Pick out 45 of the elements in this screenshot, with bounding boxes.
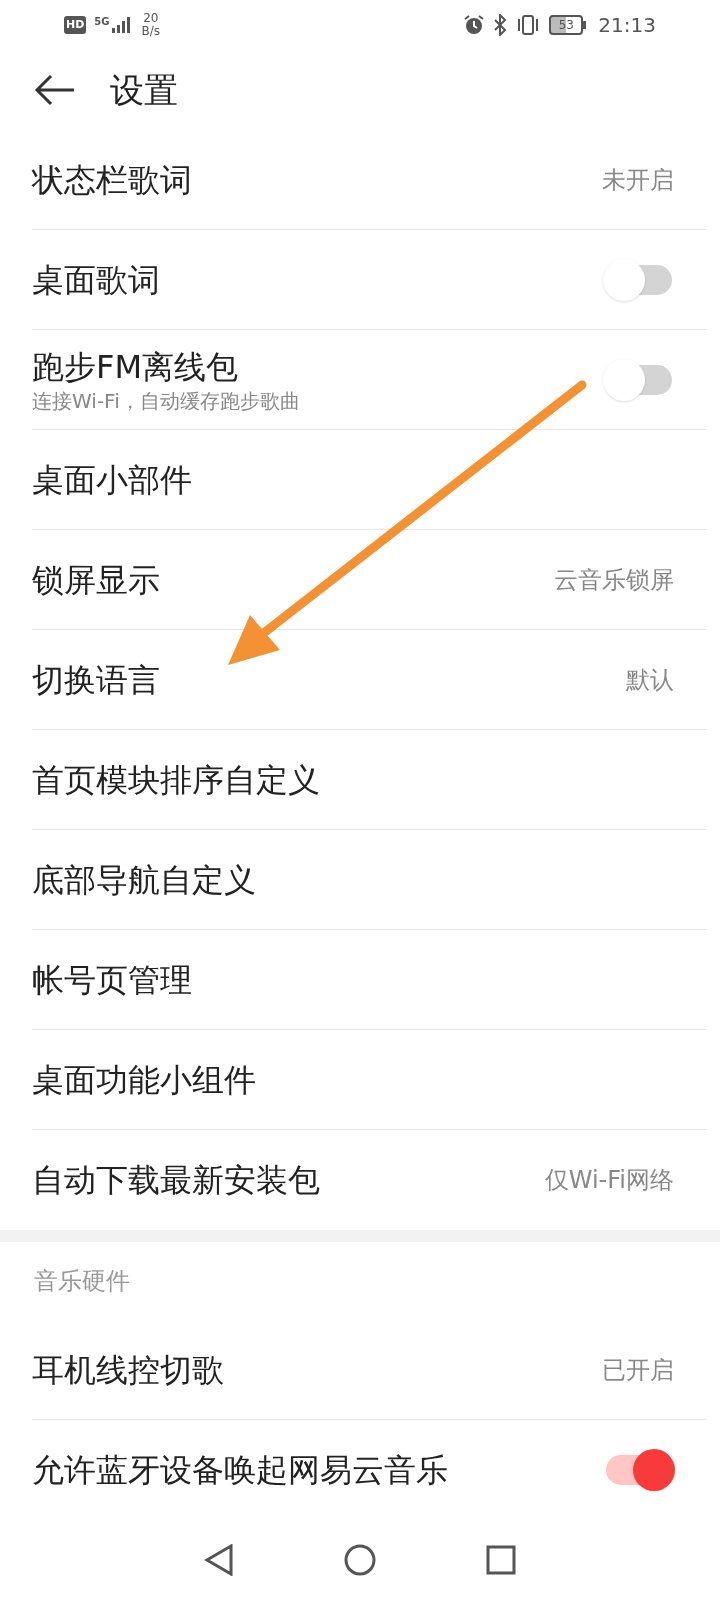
settings-row[interactable]: 自动下载最新安装包 仅Wi-Fi网络 [32, 1130, 706, 1230]
setting-label: 自动下载最新安装包 [32, 1160, 320, 1201]
settings-row[interactable]: 首页模块排序自定义 [32, 730, 706, 830]
settings-row[interactable]: 允许蓝牙设备唤起网易云音乐 [32, 1420, 706, 1520]
settings-row[interactable]: 桌面小部件 [32, 430, 706, 530]
signal-icon [111, 17, 130, 33]
settings-row[interactable]: 帐号页管理 [32, 930, 706, 1030]
hd-badge: HD [64, 16, 87, 34]
setting-label: 跑步FM离线包 [32, 346, 239, 388]
speed-unit: B/s [141, 25, 161, 38]
home-nav-icon[interactable] [344, 1544, 376, 1576]
recents-nav-icon[interactable] [486, 1545, 516, 1575]
setting-value: 已开启 [602, 1354, 674, 1386]
setting-value: 云音乐锁屏 [554, 564, 674, 596]
setting-value: 默认 [626, 664, 674, 696]
setting-label: 锁屏显示 [32, 559, 160, 601]
alarm-icon [463, 14, 486, 36]
setting-label: 底部导航自定义 [32, 859, 256, 901]
section-header: 音乐硬件 [34, 1266, 130, 1297]
speed-value: 20 [143, 12, 159, 25]
bluetooth-icon [493, 14, 508, 36]
battery-icon: 53 [549, 15, 587, 35]
setting-label: 帐号页管理 [32, 959, 192, 1001]
setting-value: 仅Wi-Fi网络 [544, 1165, 674, 1196]
settings-row[interactable]: 桌面歌词 [32, 230, 706, 330]
network-label: 5G [94, 17, 110, 27]
setting-label: 耳机线控切歌 [32, 1349, 224, 1391]
settings-row[interactable]: 底部导航自定义 [32, 830, 706, 930]
clock-time: 21:13 [598, 12, 656, 39]
settings-row[interactable]: 跑步FM离线包 连接Wi-Fi，自动缓存跑步歌曲 [32, 330, 706, 430]
settings-row[interactable]: 状态栏歌词 未开启 [32, 130, 706, 230]
setting-value: 未开启 [602, 164, 674, 196]
setting-description: 连接Wi-Fi，自动缓存跑步歌曲 [32, 387, 300, 414]
back-nav-icon[interactable] [204, 1544, 234, 1576]
setting-label: 桌面歌词 [32, 259, 160, 301]
page-title: 设置 [110, 68, 178, 112]
setting-label: 首页模块排序自定义 [32, 759, 320, 801]
setting-label: 切换语言 [32, 659, 160, 701]
settings-row[interactable]: 耳机线控切歌 已开启 [32, 1320, 706, 1420]
setting-label: 桌面功能小组件 [32, 1059, 256, 1101]
setting-label: 桌面小部件 [32, 459, 192, 501]
setting-label: 允许蓝牙设备唤起网易云音乐 [32, 1450, 448, 1491]
settings-row[interactable]: 桌面功能小组件 [32, 1030, 706, 1130]
back-icon[interactable] [34, 74, 76, 106]
setting-label: 状态栏歌词 [32, 159, 192, 201]
